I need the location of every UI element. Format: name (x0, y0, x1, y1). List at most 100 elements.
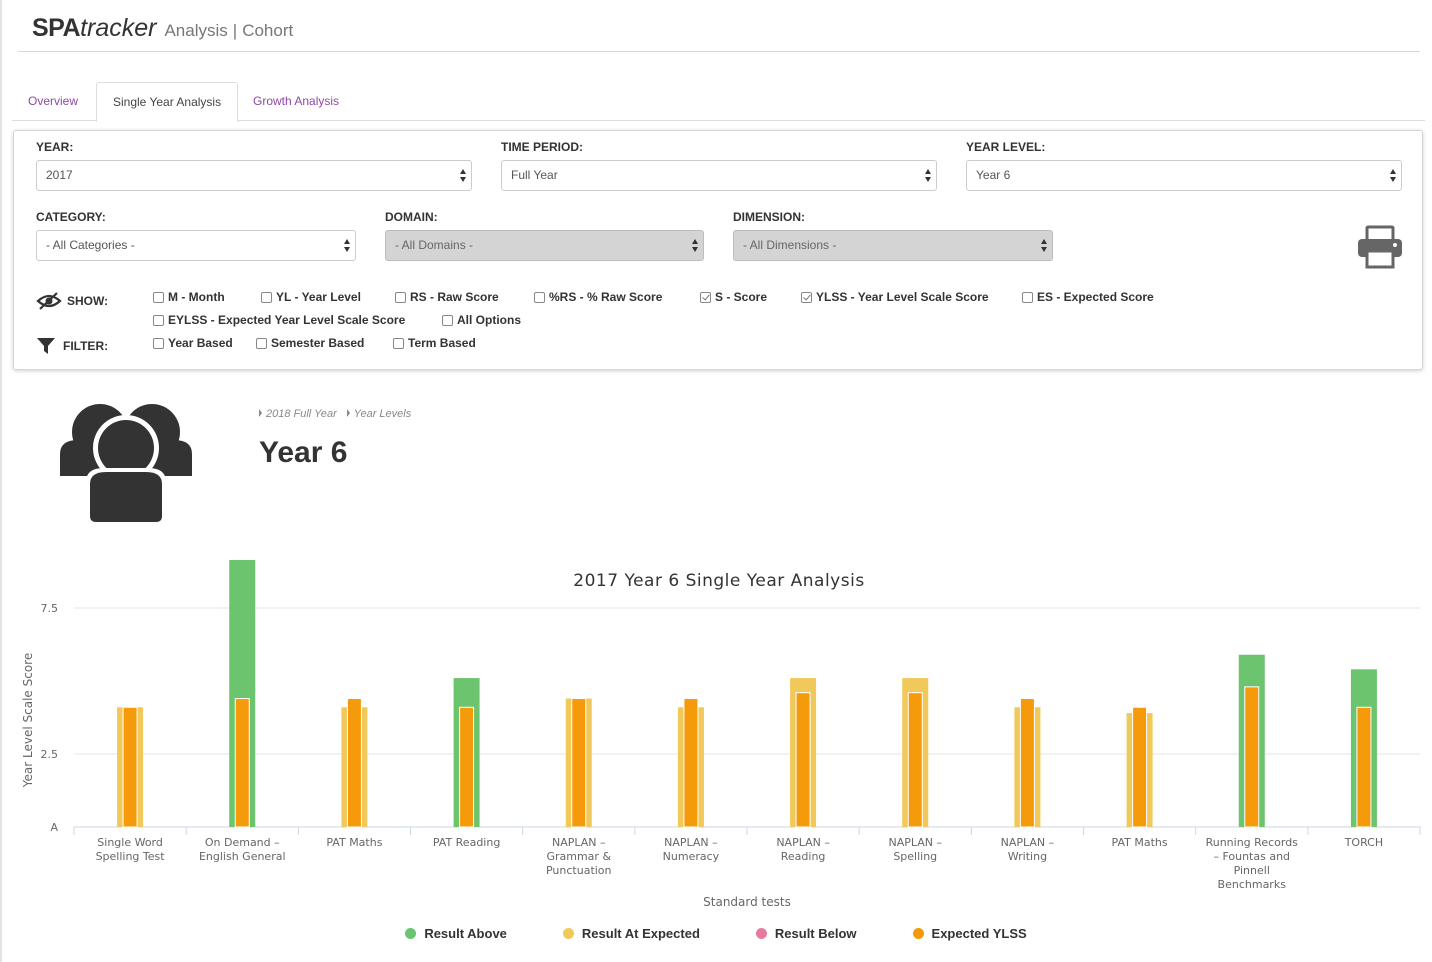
domain-label: DOMAIN: (385, 210, 438, 224)
checkbox[interactable] (395, 291, 406, 303)
checkbox[interactable] (153, 291, 164, 303)
option-label: M - Month (168, 290, 225, 304)
checkbox-checked[interactable] (801, 291, 812, 303)
dimension-select[interactable]: - All Dimensions - (733, 230, 1053, 261)
option-label: YL - Year Level (276, 290, 361, 304)
y-tick-label: 7.5 (41, 602, 59, 615)
x-category-label: NAPLAN – Spelling (888, 836, 942, 863)
breadcrumb-item[interactable]: 2018 Full Year (259, 408, 337, 420)
x-category-label: NAPLAN – Reading (776, 836, 830, 863)
x-category-label: NAPLAN – Numeracy (663, 836, 720, 863)
legend-dot-icon (755, 928, 767, 939)
tab-single-year-analysis[interactable]: Single Year Analysis (96, 82, 239, 122)
show-option-expected-score[interactable]: ES - Expected Score (1022, 290, 1154, 304)
option-label: %RS - % Raw Score (549, 290, 663, 304)
section-title: Analysis (164, 21, 228, 40)
caret-right-icon (346, 409, 350, 417)
category-select-value: - All Categories - (46, 238, 135, 252)
select-arrows-icon (460, 169, 466, 183)
year-select[interactable]: 2017 (36, 160, 472, 191)
year-label: YEAR: (36, 140, 74, 154)
breadcrumb-item[interactable]: Year Levels (346, 408, 412, 420)
time-period-label: TIME PERIOD: (501, 140, 584, 154)
select-arrows-icon (1390, 169, 1396, 183)
option-label: Semester Based (271, 336, 365, 350)
expected-ylss-bar (1356, 706, 1372, 828)
legend-label: Result At Expected (581, 926, 700, 941)
show-option-all[interactable]: All Options (442, 313, 521, 327)
year-select-value: 2017 (46, 168, 73, 182)
header-divider (18, 51, 1420, 52)
show-option-percent-raw-score[interactable]: %RS - % Raw Score (534, 290, 662, 304)
checkbox[interactable] (153, 337, 164, 349)
time-period-select-value: Full Year (511, 168, 558, 182)
app-brand[interactable]: SPA tracker Analysis | Cohort (32, 14, 293, 43)
expected-ylss-bar (907, 692, 923, 828)
checkbox-checked[interactable] (700, 291, 711, 303)
legend-label: Result Above (424, 926, 507, 941)
x-category-label: NAPLAN – Grammar & Punctuation (546, 836, 612, 877)
checkbox[interactable] (534, 291, 545, 303)
x-axis-title: Standard tests (703, 895, 791, 909)
filter-option-year-based[interactable]: Year Based (153, 336, 233, 350)
x-category-label: PAT Reading (433, 836, 500, 849)
category-select[interactable]: - All Categories - (36, 230, 356, 261)
expected-ylss-bar (795, 692, 811, 828)
expected-ylss-bar (683, 698, 699, 828)
y-tick-label: 2.5 (41, 748, 59, 761)
show-option-score[interactable]: S - Score (700, 290, 767, 304)
legend-item[interactable]: Expected YLSS (883, 926, 1027, 941)
year-level-select[interactable]: Year 6 (966, 160, 1402, 191)
checkbox[interactable] (1022, 291, 1033, 303)
checkbox[interactable] (393, 337, 404, 349)
breadcrumb-label: 2018 Full Year (266, 408, 337, 420)
legend-label: Result Below (774, 926, 857, 941)
legend-dot-icon (405, 928, 417, 939)
chart-legend: Result Above Result At Expected Result Bel… (0, 926, 1432, 941)
show-option-raw-score[interactable]: RS - Raw Score (395, 290, 499, 304)
checkbox[interactable] (442, 314, 453, 326)
show-label: SHOW: (67, 294, 109, 308)
expected-ylss-bar (459, 706, 475, 828)
checkbox[interactable] (261, 291, 272, 303)
funnel-icon (37, 338, 55, 354)
printer-icon[interactable] (1356, 225, 1404, 269)
option-label: Term Based (408, 336, 476, 350)
option-label: S - Score (715, 290, 768, 304)
x-category-label: NAPLAN – Writing (1001, 836, 1055, 863)
show-label-group: SHOW: (36, 291, 108, 311)
show-option-month[interactable]: M - Month (153, 290, 225, 304)
show-option-eylss[interactable]: EYLSS - Expected Year Level Scale Score (153, 313, 405, 327)
legend-item[interactable]: Result At Expected (533, 926, 700, 941)
filter-option-semester-based[interactable]: Semester Based (256, 336, 364, 350)
checkbox[interactable] (153, 314, 164, 326)
y-tick-label: A (50, 821, 58, 834)
eye-slash-icon (36, 292, 62, 310)
category-label: CATEGORY: (36, 210, 106, 224)
expected-ylss-bar (234, 698, 250, 828)
expected-ylss-bar (1244, 686, 1260, 828)
filter-panel: YEAR: 2017 TIME PERIOD: Full Year YEAR L… (13, 130, 1423, 370)
domain-select[interactable]: - All Domains - (385, 230, 704, 261)
legend-item[interactable]: Result Below (726, 926, 857, 941)
x-category-label: TORCH (1344, 836, 1383, 849)
select-arrows-icon (344, 239, 350, 253)
breadcrumb-label: Year Levels (353, 408, 412, 420)
page-title: Year 6 (259, 436, 348, 469)
filter-option-term-based[interactable]: Term Based (393, 336, 476, 350)
brand-logo-italic: tracker (80, 14, 157, 42)
option-label: Year Based (168, 336, 233, 350)
legend-item[interactable]: Result Above (405, 926, 507, 941)
show-option-year-level[interactable]: YL - Year Level (261, 290, 361, 304)
option-label: RS - Raw Score (410, 290, 499, 304)
brand-logo-bold: SPA (32, 14, 81, 42)
time-period-select[interactable]: Full Year (501, 160, 937, 191)
show-option-ylss[interactable]: YLSS - Year Level Scale Score (801, 290, 989, 304)
tab-growth-analysis[interactable]: Growth Analysis (237, 82, 355, 121)
expected-ylss-bar (1019, 698, 1035, 828)
tab-overview[interactable]: Overview (12, 82, 94, 121)
title-separator: | (232, 21, 238, 40)
checkbox[interactable] (256, 337, 267, 349)
x-category-label: Running Records – Fountas and Pinnell Bench… (1206, 836, 1299, 891)
legend-dot-icon (912, 928, 924, 939)
